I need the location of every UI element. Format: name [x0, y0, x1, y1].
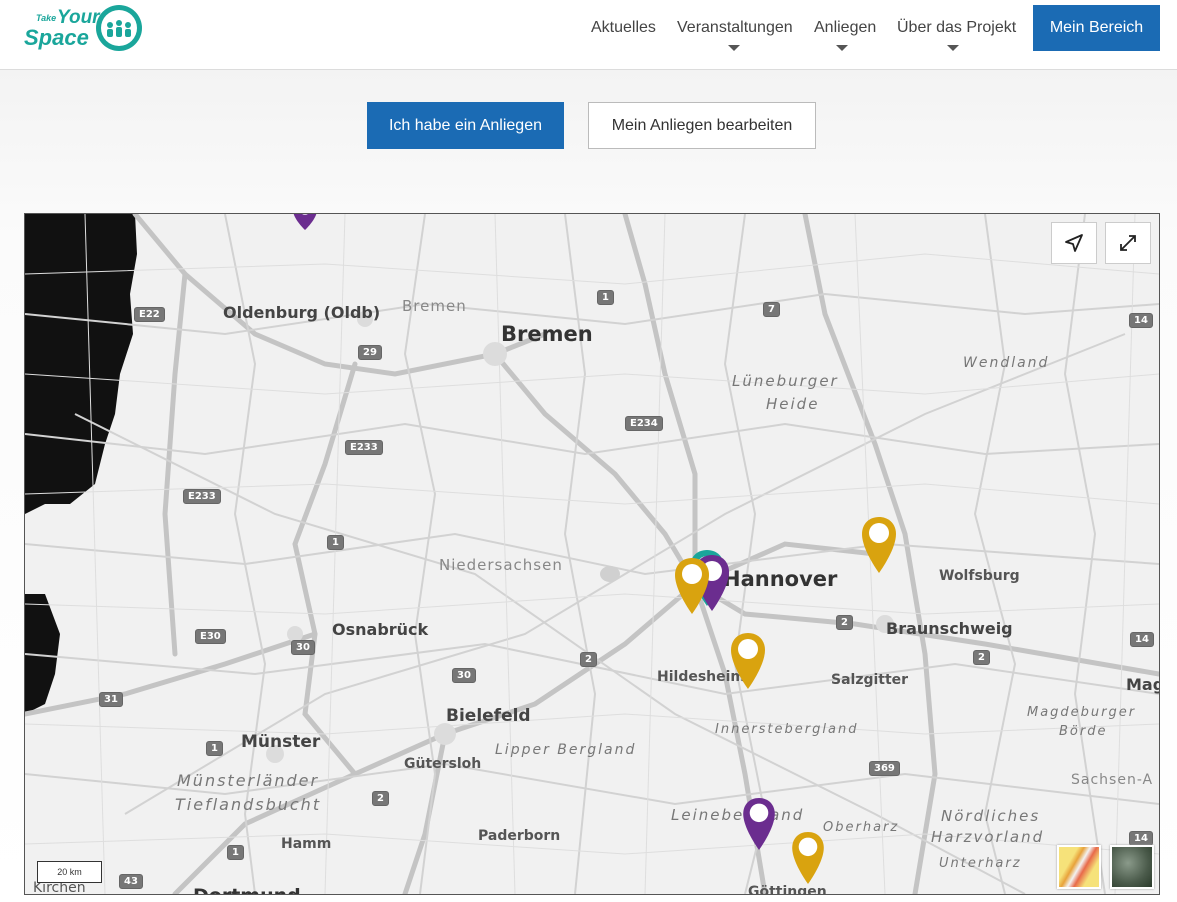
map-label-paderborn: Paderborn: [478, 828, 561, 844]
mein-bereich-button[interactable]: Mein Bereich: [1033, 5, 1160, 51]
map-pin-purple[interactable]: [290, 213, 320, 230]
nav-item-aktuelles[interactable]: Aktuelles: [591, 19, 656, 37]
map-label-dortmund: Dortmund: [193, 885, 301, 894]
road-shield: 29: [358, 345, 382, 360]
map-region-leinebergland: Leinebergland: [671, 806, 805, 824]
map-region-heide: Heide: [766, 395, 820, 413]
road-shield: 2: [580, 652, 597, 667]
road-shield: 369: [869, 761, 900, 776]
road-shield: 1: [206, 741, 223, 756]
nav-item-veranstaltungen[interactable]: Veranstaltungen: [677, 19, 793, 37]
road-shield: 30: [291, 640, 315, 655]
road-shield: E22: [134, 307, 165, 322]
road-shield: E234: [625, 416, 663, 431]
map-label-bielefeld: Bielefeld: [446, 706, 531, 726]
map-region-wendland: Wendland: [963, 355, 1050, 371]
map-label-bremen: Bremen: [501, 322, 593, 346]
road-shield: 1: [327, 535, 344, 550]
map-label-salzgitter: Salzgitter: [831, 672, 909, 688]
map-label-niedersachsen: Niedersachsen: [439, 556, 563, 574]
map-region-magdeburger: Magdeburger: [1027, 705, 1137, 720]
locate-button[interactable]: [1051, 222, 1097, 264]
map-label-guetersloh: Gütersloh: [404, 756, 482, 772]
map-region-unterharz: Unterharz: [939, 856, 1022, 871]
map-label-muenster: Münster: [241, 732, 321, 752]
road-shield: 14: [1129, 831, 1153, 846]
layer-roadmap-button[interactable]: [1057, 845, 1101, 889]
map-region-sachsen: Sachsen-A: [1071, 772, 1154, 788]
map-label-bremen-state: Bremen: [402, 297, 467, 315]
road-shield: E233: [183, 489, 221, 504]
road-shield: 30: [452, 668, 476, 683]
map-label-oldenburg: Oldenburg (Oldb): [223, 303, 381, 322]
nav-item-ueber-das-projekt[interactable]: Über das Projekt: [897, 19, 1016, 37]
map-pin-gold[interactable]: [862, 517, 896, 573]
new-concern-button[interactable]: Ich habe ein Anliegen: [367, 102, 564, 149]
road-shield: 2: [836, 615, 853, 630]
map-base-layer: [25, 214, 1159, 894]
logo-text-take: Take: [36, 13, 57, 23]
expand-icon: [1120, 235, 1136, 251]
road-shield: 43: [119, 874, 143, 889]
map-region-harzvorland: Harzvorland: [931, 828, 1045, 846]
map-label-hannover: Hannover: [723, 567, 838, 591]
map-pin-gold[interactable]: [791, 832, 825, 884]
nav-item-anliegen[interactable]: Anliegen: [814, 19, 876, 37]
map-region-oberharz: Oberharz: [823, 820, 900, 835]
map-region-muensterlaender: Münsterländer: [177, 771, 320, 790]
layer-satellite-button[interactable]: [1110, 845, 1154, 889]
edit-concern-button[interactable]: Mein Anliegen bearbeiten: [588, 102, 816, 149]
map-label-goettingen: Göttingen: [748, 884, 827, 895]
map-region-boerde: Börde: [1059, 724, 1108, 739]
road-shield: E30: [195, 629, 226, 644]
map-pin-purple[interactable]: [742, 798, 776, 850]
road-shield: 1: [597, 290, 614, 305]
locate-icon: [1065, 234, 1083, 252]
map-label-hamm: Hamm: [281, 836, 332, 852]
logo-text-space: Space: [24, 25, 89, 50]
road-shield: 14: [1129, 313, 1153, 328]
road-shield: E233: [345, 440, 383, 455]
main-content: Ich habe ein Anliegen Mein Anliegen bear…: [0, 70, 1177, 902]
road-shield: 2: [973, 650, 990, 665]
fullscreen-button[interactable]: [1105, 222, 1151, 264]
map-label-braunschweig: Braunschweig: [886, 619, 1013, 638]
map-region-lipper-bergland: Lipper Bergland: [495, 742, 637, 758]
map-label-mag: Mag: [1126, 675, 1159, 694]
road-shield: 1: [227, 845, 244, 860]
road-shield: 2: [372, 791, 389, 806]
road-shield: 14: [1130, 632, 1154, 647]
map-label-osnabrueck: Osnabrück: [332, 620, 429, 639]
site-logo[interactable]: Take Your Space: [22, 3, 147, 55]
chevron-down-icon[interactable]: [836, 45, 848, 51]
map-pin-gold[interactable]: [731, 633, 765, 689]
map-pin-gold[interactable]: [675, 558, 709, 614]
map-region-lueneburger: Lüneburger: [732, 372, 839, 390]
map-scale: 20 km: [37, 861, 102, 883]
map-region-tieflandsbucht: Tieflandsbucht: [175, 795, 322, 814]
map-label-wolfsburg: Wolfsburg: [939, 568, 1020, 584]
road-shield: 31: [99, 692, 123, 707]
map-region-innerstebergland: Innerstebergland: [715, 722, 859, 737]
chevron-down-icon[interactable]: [728, 45, 740, 51]
road-shield: 7: [763, 302, 780, 317]
map-region-noerdliches: Nördliches: [941, 807, 1041, 825]
site-header: Take Your Space Aktuelles Veranstaltunge…: [0, 0, 1177, 70]
map[interactable]: Bremen Bremen Hannover Oldenburg (Oldb) …: [24, 213, 1160, 895]
chevron-down-icon[interactable]: [947, 45, 959, 51]
